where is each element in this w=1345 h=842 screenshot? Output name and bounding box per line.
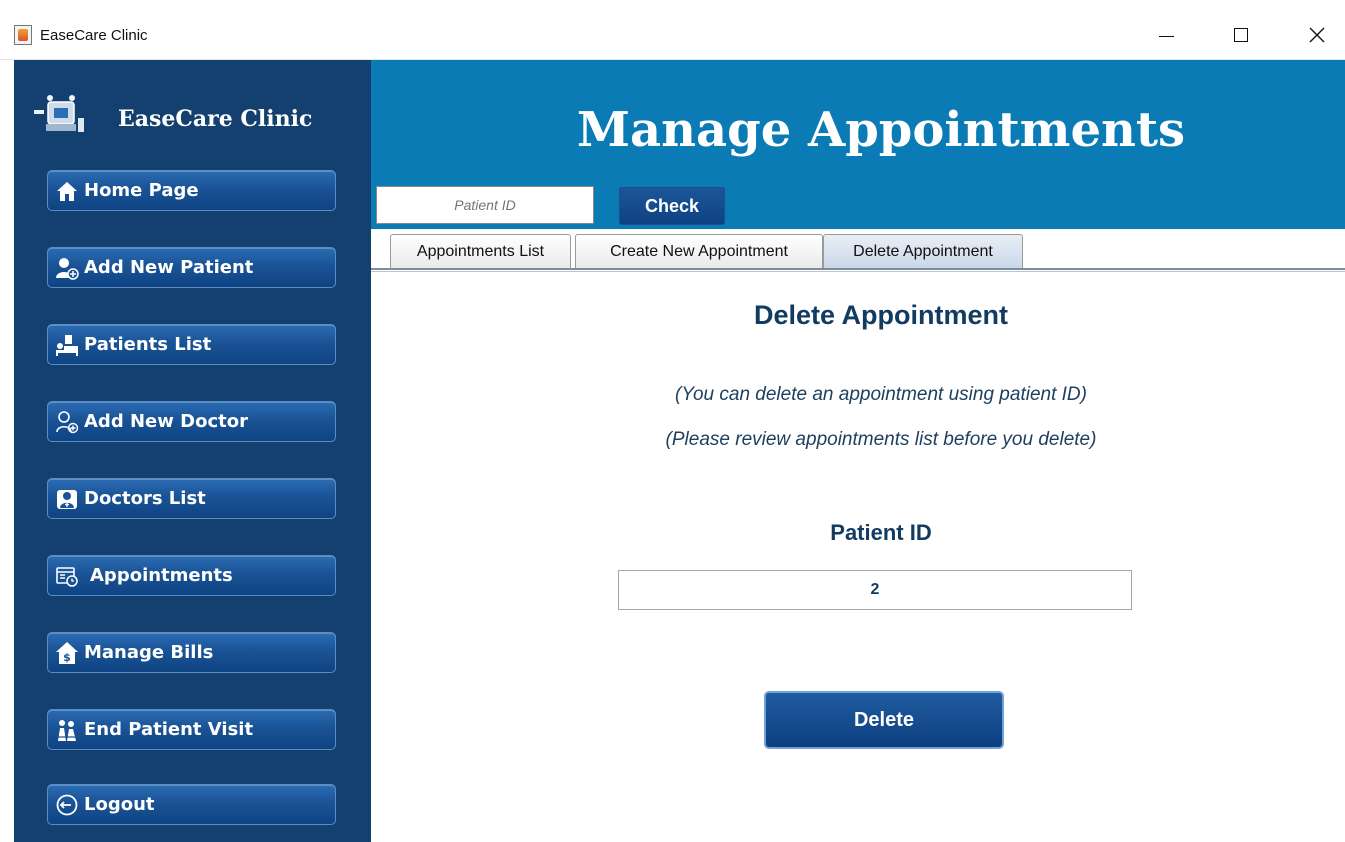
- sidebar-item-manage-bills[interactable]: $ Manage Bills: [47, 632, 336, 673]
- clinic-logo-icon: [34, 95, 84, 132]
- header: Manage Appointments Check: [371, 60, 1345, 229]
- sidebar-item-label: Doctors List: [84, 488, 206, 509]
- sidebar-item-label: Patients List: [84, 334, 212, 355]
- window-title: EaseCare Clinic: [40, 27, 148, 44]
- info-text-review-before-delete: (Please review appointments list before …: [665, 429, 1097, 450]
- panel-title: Delete Appointment: [753, 300, 1008, 330]
- maximize-button[interactable]: [1218, 19, 1264, 51]
- sidebar-item-add-doctor[interactable]: Add New Doctor: [47, 401, 336, 442]
- sidebar-item-label: End Patient Visit: [84, 719, 254, 740]
- sidebar-item-label: Add New Doctor: [84, 411, 248, 432]
- sidebar-item-appointments[interactable]: Appointments: [47, 555, 336, 596]
- window-titlebar: EaseCare Clinic: [0, 0, 1345, 60]
- delete-button[interactable]: Delete: [764, 691, 1004, 749]
- tab-delete-appointment[interactable]: Delete Appointment: [823, 234, 1023, 269]
- sidebar: EaseCare Clinic Home Page Add New Patien…: [14, 60, 371, 842]
- sidebar-item-label: Add New Patient: [84, 257, 254, 278]
- sidebar-item-patients-list[interactable]: Patients List: [47, 324, 336, 365]
- close-button[interactable]: [1294, 19, 1340, 51]
- patient-id-label: Patient ID: [830, 520, 932, 545]
- sidebar-item-home[interactable]: Home Page: [47, 170, 336, 211]
- brand-name: EaseCare Clinic: [118, 106, 313, 132]
- bills-icon: $: [54, 640, 80, 666]
- java-app-icon: [14, 25, 32, 45]
- patients-list-icon: [54, 332, 80, 358]
- info-text-delete-by-id: (You can delete an appointment using pat…: [675, 384, 1087, 405]
- logout-icon: [54, 792, 80, 818]
- doctors-list-icon: [54, 486, 80, 512]
- end-visit-icon: [54, 717, 80, 743]
- check-button[interactable]: Check: [619, 187, 725, 225]
- tab-create-new-appointment[interactable]: Create New Appointment: [575, 234, 823, 269]
- tab-appointments-list[interactable]: Appointments List: [390, 234, 571, 269]
- close-icon: [1309, 27, 1325, 43]
- minimize-button[interactable]: [1143, 19, 1189, 51]
- home-icon: [54, 178, 80, 204]
- minimize-icon: [1158, 35, 1174, 37]
- sidebar-item-add-patient[interactable]: Add New Patient: [47, 247, 336, 288]
- sidebar-item-label: Appointments: [90, 565, 233, 586]
- svg-text:$: $: [63, 651, 71, 664]
- maximize-icon: [1234, 28, 1248, 42]
- delete-appointment-panel: Delete Appointment (You can delete an ap…: [371, 274, 1345, 842]
- tab-divider: [371, 268, 1345, 272]
- sidebar-item-label: Manage Bills: [84, 642, 214, 663]
- sidebar-item-label: Logout: [84, 794, 155, 815]
- add-doctor-icon: [54, 409, 80, 435]
- sidebar-item-logout[interactable]: Logout: [47, 784, 336, 825]
- sidebar-item-doctors-list[interactable]: Doctors List: [47, 478, 336, 519]
- patient-id-search-input[interactable]: [376, 186, 594, 224]
- appointments-icon: [54, 563, 80, 589]
- add-patient-icon: [54, 255, 80, 281]
- sidebar-item-label: Home Page: [84, 180, 199, 201]
- tab-bar: Appointments List Create New Appointment…: [371, 229, 1345, 274]
- patient-id-field[interactable]: [618, 570, 1132, 610]
- page-title: Manage Appointments: [576, 102, 1186, 158]
- sidebar-item-end-patient-visit[interactable]: End Patient Visit: [47, 709, 336, 750]
